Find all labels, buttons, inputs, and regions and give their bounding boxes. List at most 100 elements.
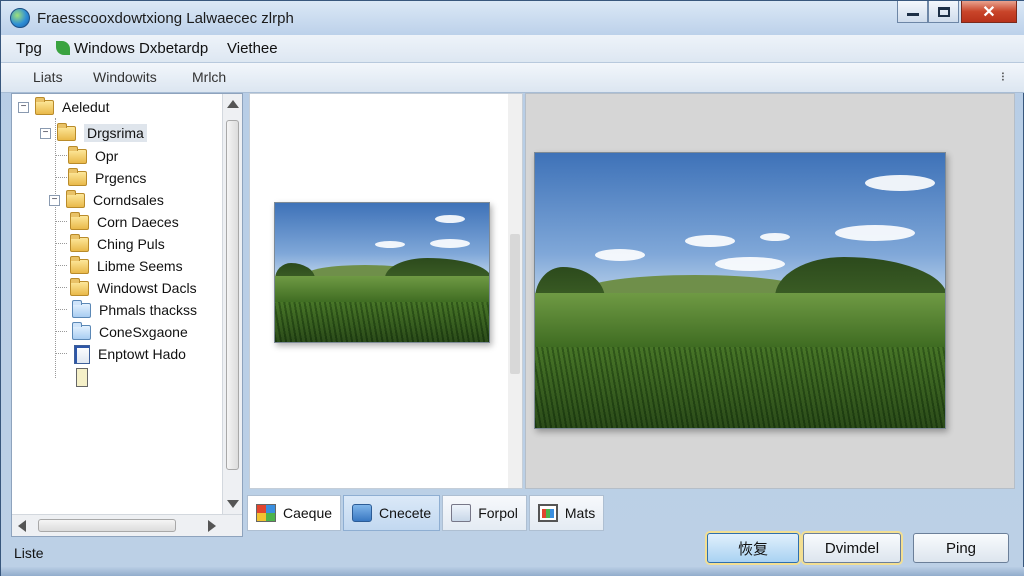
tree-item-label: ConeSxgaone — [99, 324, 188, 340]
dvimdel-button[interactable]: Dvimdel — [803, 533, 901, 563]
tree-vertical-scrollbar[interactable] — [222, 94, 242, 514]
tab-mats[interactable]: Mats — [528, 495, 605, 531]
field — [535, 293, 945, 428]
scroll-down-icon[interactable] — [227, 500, 239, 508]
tab-forpol[interactable]: Forpol — [442, 495, 527, 531]
tree-item[interactable]: Corn Daeces — [70, 211, 179, 233]
scroll-up-icon[interactable] — [227, 100, 239, 108]
toolbar-overflow-icon[interactable]: ⁝ — [1001, 69, 1005, 85]
tree-connector — [55, 177, 67, 178]
folder-icon — [70, 255, 89, 274]
scroll-thumb[interactable] — [38, 519, 176, 532]
tree-item[interactable]: Libme Seems — [70, 255, 183, 277]
folder-tree[interactable]: − Aeledut − Drgsrima Opr Prgencs − Cornd… — [11, 93, 243, 537]
cloud — [685, 235, 735, 247]
tree-item-label: Corndsales — [93, 192, 164, 208]
tree-item[interactable]: − Corndsales — [49, 189, 164, 211]
folder-icon — [35, 96, 54, 115]
menu-item-tpg[interactable]: Tpg — [16, 40, 42, 57]
scroll-thumb[interactable] — [226, 120, 239, 470]
app-window: Fraesscooxdowtxiong Lalwaecec zlrph ✕ Tp… — [0, 0, 1024, 576]
grass — [275, 302, 489, 342]
cloud — [435, 215, 465, 223]
folder-icon — [70, 277, 89, 296]
tree-item[interactable]: Ching Puls — [70, 233, 165, 255]
menu-item-windows[interactable]: Windows Dxbetardp — [56, 40, 208, 57]
cloud — [760, 233, 790, 241]
tab-label: Caeque — [283, 505, 333, 521]
window-bottom-border — [1, 567, 1024, 576]
title-bar[interactable]: Fraesscooxdowtxiong Lalwaecec zlrph ✕ — [1, 1, 1024, 35]
maximize-icon — [937, 6, 950, 17]
tree-item-label: Prgencs — [95, 170, 147, 186]
tree-item-label: Windowst Dacls — [97, 280, 197, 296]
minimize-icon — [906, 13, 919, 16]
close-icon: ✕ — [982, 3, 996, 21]
tree-item[interactable]: − Drgsrima — [40, 122, 147, 144]
folder-icon — [66, 189, 85, 208]
tree-item[interactable] — [76, 366, 88, 388]
tree-connector — [55, 265, 67, 266]
tree-item-label: Phmals thackss — [99, 302, 198, 318]
field — [275, 276, 489, 342]
tree-item[interactable]: Enptowt Hado — [74, 343, 186, 365]
tree-item-label: Drgsrima — [84, 124, 147, 142]
tree-item-label: Enptowt Hado — [98, 346, 186, 362]
folder-icon — [68, 167, 87, 186]
cloud — [595, 249, 645, 261]
collapse-icon[interactable]: − — [18, 101, 29, 113]
toolbar-item-windows[interactable]: Windowits — [93, 69, 157, 85]
minimize-button[interactable] — [897, 1, 928, 23]
tree-item[interactable]: − Aeledut — [18, 96, 109, 118]
tree-item[interactable]: Opr — [68, 145, 118, 167]
network-folder-icon — [72, 299, 91, 318]
tree-item-label: Opr — [95, 148, 119, 164]
grass — [535, 347, 945, 428]
app-globe-icon[interactable] — [10, 8, 30, 28]
menu-item-windows-label: Windows Dxbetardp — [74, 40, 209, 57]
tree-connector — [55, 221, 67, 222]
toolbar: Liats Windowits Mrlch ⁝ — [1, 63, 1024, 93]
view-tabs: Caeque Cnecete Forpol Mats — [247, 495, 606, 533]
status-text: Liste — [14, 545, 44, 561]
leaf-icon — [56, 41, 70, 55]
tree-item-label: Aeledut — [62, 99, 110, 115]
preview-pane — [525, 93, 1015, 489]
thumbnail-scrollbar[interactable] — [508, 94, 522, 488]
tree-connector — [55, 353, 67, 354]
tree-connector — [55, 331, 67, 332]
window-title: Fraesscooxdowtxiong Lalwaecec zlrph — [37, 10, 294, 27]
tree-item[interactable]: Phmals thackss — [72, 299, 197, 321]
tab-label: Forpol — [478, 505, 518, 521]
tree-connector — [55, 309, 67, 310]
toolbar-item-match[interactable]: Mrlch — [192, 69, 226, 85]
scroll-left-icon[interactable] — [18, 520, 26, 532]
tree-item[interactable]: Prgencs — [68, 167, 146, 189]
landscape-thumbnail[interactable] — [274, 202, 490, 343]
tree-horizontal-scrollbar[interactable] — [12, 514, 242, 536]
cloud — [715, 257, 785, 271]
close-button[interactable]: ✕ — [961, 1, 1017, 23]
menu-item-view[interactable]: Viethee — [227, 40, 278, 57]
tab-cnecete[interactable]: Cnecete — [343, 495, 441, 531]
cloud — [835, 225, 915, 241]
tree-item-label: Libme Seems — [97, 258, 183, 274]
tree-item-label: Corn Daeces — [97, 214, 179, 230]
maximize-button[interactable] — [928, 1, 959, 23]
chart-icon — [537, 504, 558, 522]
scroll-right-icon[interactable] — [208, 520, 216, 532]
ping-button[interactable]: Ping — [913, 533, 1009, 563]
collapse-icon[interactable]: − — [40, 127, 51, 139]
toolbar-item-lists[interactable]: Liats — [33, 69, 63, 85]
sync-arrow-icon — [352, 504, 373, 522]
tab-label: Mats — [564, 505, 596, 521]
tab-caeque[interactable]: Caeque — [247, 495, 342, 531]
restore-button[interactable]: 恢复 — [707, 533, 799, 563]
landscape-preview[interactable] — [534, 152, 946, 429]
scroll-thumb[interactable] — [510, 234, 520, 374]
tree-item[interactable]: Windowst Dacls — [70, 277, 197, 299]
collapse-icon[interactable]: − — [49, 194, 60, 206]
folder-icon — [68, 145, 87, 164]
cloud — [865, 175, 935, 191]
tree-item[interactable]: ConeSxgaone — [72, 321, 188, 343]
